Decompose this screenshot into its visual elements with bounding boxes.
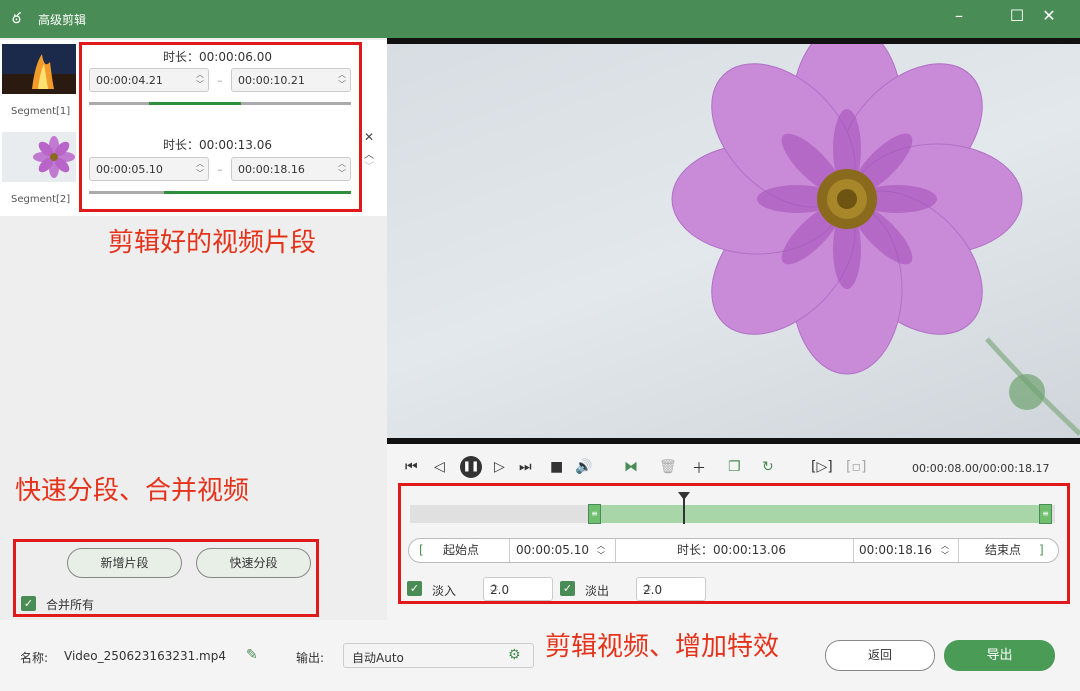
close-icon[interactable]: ✕ [1036,6,1062,25]
stepper-icon[interactable]: ︿ ﹀ [941,541,949,564]
stop-range-icon[interactable]: [▫] [846,459,866,475]
play-range-icon[interactable]: [▷] [811,459,833,475]
step-forward-icon[interactable]: ▷ [494,459,505,475]
window-title: 高级剪辑 [38,13,87,27]
maximize-icon[interactable]: ☐ [1004,6,1030,25]
range-bar: [ 起始点 00:00:05.10 ︿ ﹀ 时长：00:00:13.06 00:0… [408,538,1059,563]
fade-in-checkbox[interactable]: ✓ [407,581,422,596]
fade-out-input[interactable]: 2.0 ︿ ﹀ [636,577,706,601]
fade-in-input[interactable]: 2.0 ︿ ﹀ [483,577,553,601]
timeline-selection [594,505,1049,523]
start-bracket-icon: [ [419,543,424,557]
merge-all-label: 合并所有 [46,598,95,612]
divider [853,539,854,562]
segment-label: Segment[2] [11,194,71,205]
timeline-track[interactable]: ≡ ≡ [410,504,1055,524]
fade-in-label: 淡入 [432,584,457,598]
app-logo-icon: ఠ [12,9,21,27]
delete-segment-icon[interactable]: ✕ [364,130,374,144]
segment-label: Segment[1] [11,106,71,117]
fade-out-checkbox[interactable]: ✓ [560,581,575,596]
quick-split-button[interactable]: 快速分段 [196,548,311,578]
video-preview[interactable] [387,38,1080,444]
merge-all-checkbox[interactable]: ✓ [21,596,36,611]
preview-frame [387,44,1080,438]
start-point-button[interactable]: 起始点 [443,539,479,562]
delete-icon[interactable]: 🗑 [659,459,677,475]
divider [615,539,616,562]
timeline-end-handle[interactable]: ≡ [1039,504,1052,524]
gear-icon[interactable]: ⚙ [508,647,521,663]
export-button[interactable]: 导出 [944,640,1055,671]
volume-icon[interactable]: 🔊 [575,459,592,475]
stop-icon[interactable]: ■ [550,459,563,475]
divider [958,539,959,562]
copy-icon[interactable]: ❐ [728,459,741,475]
back-button[interactable]: 返回 [825,640,935,671]
annotation-split-merge: 快速分段、合并视频 [15,476,250,506]
edit-name-icon[interactable]: ✎ [246,647,258,663]
pause-icon[interactable]: ❚❚ [460,456,482,478]
end-point-button[interactable]: 结束点 [985,539,1021,562]
range-end-input[interactable]: 00:00:18.16 [859,539,932,562]
annotation-clips: 剪辑好的视频片段 [108,228,317,258]
fade-out-label: 淡出 [585,584,610,598]
timecode: 00:00:08.00/00:00:18.17 [912,462,1050,475]
playhead-marker[interactable] [678,492,690,500]
timeline-start-handle[interactable]: ≡ [588,504,601,524]
annotation-edit: 剪辑视频、增加特效 [545,632,780,662]
split-icon[interactable]: ⧓ [624,459,638,475]
move-down-icon[interactable]: ﹀ [364,158,374,173]
segment-thumbnail [2,132,76,182]
stepper-icon[interactable]: ︿ ﹀ [643,579,701,599]
output-value: 自动Auto [352,651,404,665]
output-label: 输出: [296,651,325,665]
add-segment-button[interactable]: 新增片段 [67,548,182,578]
end-bracket-icon: ] [1039,543,1044,557]
step-back-icon[interactable]: ◁ [434,459,445,475]
range-duration: 时长：00:00:13.06 [677,543,786,557]
minimize-icon[interactable]: – [946,6,972,25]
divider [509,539,510,562]
skip-start-icon[interactable]: ⏮ [405,459,418,475]
stepper-icon[interactable]: ︿ ﹀ [597,541,605,564]
reset-icon[interactable]: ↻ [762,459,774,475]
skip-end-icon[interactable]: ⏭ [519,459,532,475]
range-start-input[interactable]: 00:00:05.10 [516,539,589,562]
annotation-box-clips [79,42,362,212]
segment-thumbnail [2,44,76,94]
name-label: 名称: [20,651,49,665]
output-select[interactable]: 自动Auto ⚙ [343,643,534,668]
stepper-icon[interactable]: ︿ ﹀ [490,579,548,599]
filename-text: Video_250623163231.mp4 [64,649,226,663]
add-icon[interactable]: ＋ [692,458,706,478]
title-bar: ఠ 高级剪辑 – ☐ ✕ [0,0,1080,38]
